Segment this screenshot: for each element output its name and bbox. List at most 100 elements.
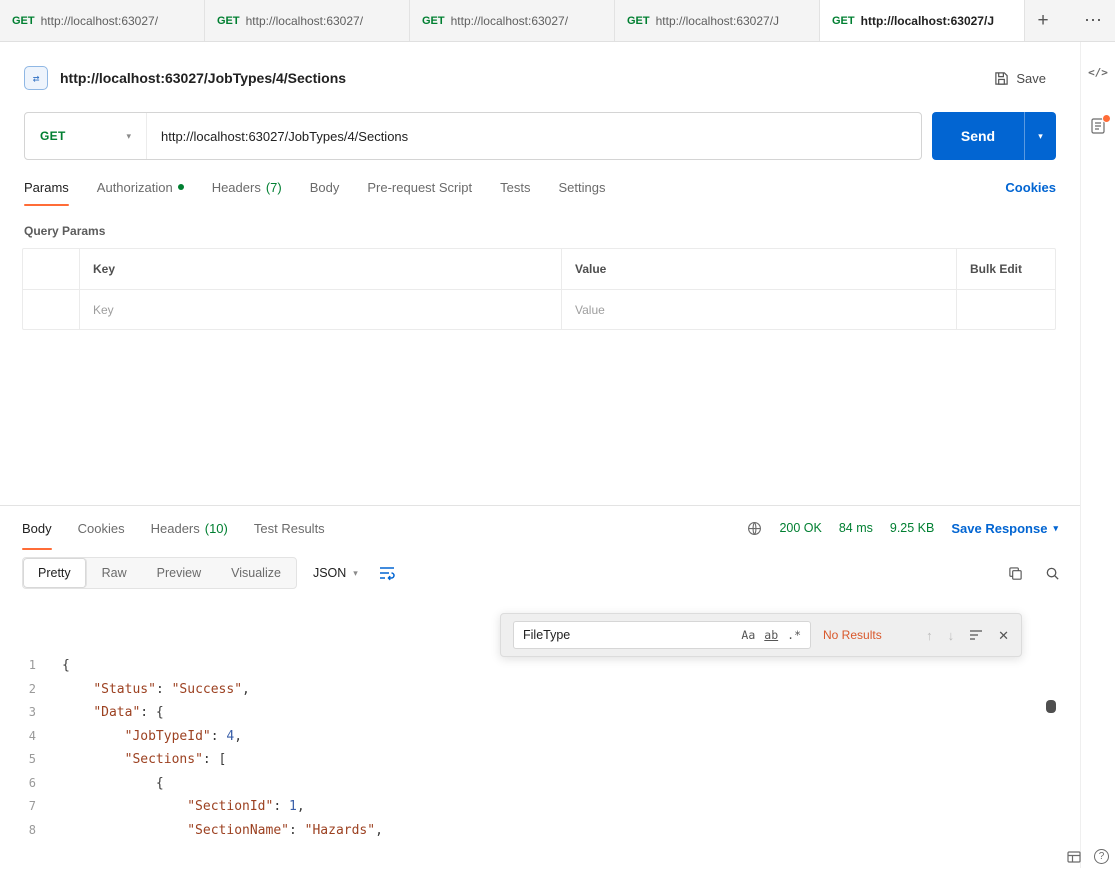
line-number: 2 xyxy=(0,678,36,701)
wrap-text-icon xyxy=(378,565,396,581)
auth-status-dot xyxy=(178,184,184,190)
help-button[interactable]: ? xyxy=(1094,849,1109,864)
response-tab-cookies[interactable]: Cookies xyxy=(78,506,125,550)
find-previous-button[interactable]: ↑ xyxy=(926,628,933,643)
save-label: Save xyxy=(1016,71,1046,86)
tab-method-label: GET xyxy=(832,15,855,27)
regex-toggle[interactable]: .* xyxy=(787,628,801,642)
send-options-button[interactable]: ▾ xyxy=(1024,112,1056,160)
tab-tests[interactable]: Tests xyxy=(500,168,530,206)
line-number: 7 xyxy=(0,795,36,818)
chevron-down-icon: ▾ xyxy=(1053,523,1058,534)
tab-params-label: Params xyxy=(24,180,69,195)
tab-url-label: http://localhost:63027/J xyxy=(861,14,994,28)
response-header: Body Cookies Headers (10) Test Results 2… xyxy=(0,506,1080,550)
copy-button[interactable] xyxy=(1008,566,1023,581)
tab-url-label: http://localhost:63027/J xyxy=(656,14,779,28)
param-key-input[interactable] xyxy=(93,303,548,317)
view-pretty-button[interactable]: Pretty xyxy=(23,558,87,588)
view-raw-button[interactable]: Raw xyxy=(87,558,142,588)
copy-icon xyxy=(1008,566,1023,581)
code-token: : xyxy=(289,823,305,838)
response-tab-test-results[interactable]: Test Results xyxy=(254,506,325,550)
key-column-header: Key xyxy=(79,249,561,289)
response-tab-headers[interactable]: Headers (10) xyxy=(151,506,228,550)
tab-options-button[interactable]: ⋯ xyxy=(1071,0,1115,41)
response-toolbar: Pretty Raw Preview Visualize JSON ▾ xyxy=(0,550,1080,596)
scrollbar-thumb[interactable] xyxy=(1046,700,1056,713)
response-tab-tests-label: Test Results xyxy=(254,521,325,536)
save-button[interactable]: Save xyxy=(984,65,1056,92)
request-tab-active[interactable]: GET http://localhost:63027/J xyxy=(820,0,1025,41)
response-tools xyxy=(1008,566,1060,581)
code-line: 3 "Data": { xyxy=(0,701,1080,725)
url-input[interactable] xyxy=(147,113,921,159)
param-value-input[interactable] xyxy=(575,303,943,317)
save-response-label: Save Response xyxy=(951,521,1047,536)
match-case-toggle[interactable]: Aa xyxy=(741,628,755,642)
find-next-button[interactable]: ↓ xyxy=(948,628,955,643)
line-number: 1 xyxy=(0,654,36,677)
http-request-icon: ⇄ xyxy=(24,66,48,90)
tab-method-label: GET xyxy=(217,15,240,27)
tab-prerequest-script[interactable]: Pre-request Script xyxy=(367,168,472,206)
tab-headers[interactable]: Headers (7) xyxy=(212,168,282,206)
method-select[interactable]: GET ▾ xyxy=(25,113,147,159)
whole-word-toggle[interactable]: ab xyxy=(764,628,778,642)
view-preview-button[interactable]: Preview xyxy=(142,558,216,588)
response-tab-body[interactable]: Body xyxy=(22,506,52,550)
filter-lines-icon xyxy=(969,629,983,641)
request-title-row: ⇄ http://localhost:63027/JobTypes/4/Sect… xyxy=(24,58,1056,98)
tab-authorization-label: Authorization xyxy=(97,180,173,195)
send-button[interactable]: Send ▾ xyxy=(932,112,1056,160)
tab-body[interactable]: Body xyxy=(310,168,340,206)
status-badge: 200 OK xyxy=(779,521,821,535)
tab-authorization[interactable]: Authorization xyxy=(97,168,184,206)
tab-settings[interactable]: Settings xyxy=(558,168,605,206)
response-meta: 200 OK 84 ms 9.25 KB Save Response ▾ xyxy=(747,521,1058,536)
find-options-button[interactable] xyxy=(969,629,983,641)
query-params-table: Key Value Bulk Edit xyxy=(22,248,1056,330)
request-tabs: Params Authorization Headers (7) Body Pr… xyxy=(24,168,1056,206)
code-token: "Success" xyxy=(172,682,242,697)
search-button[interactable] xyxy=(1045,566,1060,581)
view-mode-segment: Pretty Raw Preview Visualize xyxy=(22,557,297,589)
code-line: 4 "JobTypeId": 4, xyxy=(0,725,1080,749)
line-number: 3 xyxy=(0,701,36,724)
new-tab-button[interactable]: + xyxy=(1025,0,1061,41)
headers-count: (7) xyxy=(266,180,282,195)
find-input[interactable] xyxy=(523,628,732,642)
wrap-text-button[interactable] xyxy=(378,565,396,581)
request-tab[interactable]: GET http://localhost:63027/ xyxy=(410,0,615,41)
bulk-edit-button[interactable]: Bulk Edit xyxy=(956,249,1055,289)
cookies-link[interactable]: Cookies xyxy=(1005,180,1056,195)
network-globe-icon[interactable] xyxy=(747,521,762,536)
code-token: 1 xyxy=(289,799,297,814)
panel-layout-button[interactable] xyxy=(1067,851,1081,863)
code-token: "Sections" xyxy=(125,752,203,767)
view-visualize-button[interactable]: Visualize xyxy=(216,558,296,588)
code-token xyxy=(62,752,125,767)
search-icon xyxy=(1045,566,1060,581)
documentation-icon[interactable] xyxy=(1090,117,1106,135)
tab-params[interactable]: Params xyxy=(24,168,69,206)
code-token: "JobTypeId" xyxy=(125,729,211,744)
url-row: GET ▾ Send ▾ xyxy=(24,112,1056,160)
code-token: : xyxy=(211,729,227,744)
code-line: 2 "Status": "Success", xyxy=(0,678,1080,702)
line-number: 5 xyxy=(0,748,36,771)
save-response-button[interactable]: Save Response ▾ xyxy=(951,521,1058,536)
request-tab[interactable]: GET http://localhost:63027/ xyxy=(0,0,205,41)
code-snippet-icon[interactable]: </> xyxy=(1088,66,1108,79)
request-tab[interactable]: GET http://localhost:63027/J xyxy=(615,0,820,41)
tab-bar: GET http://localhost:63027/ GET http://l… xyxy=(0,0,1115,42)
method-label: GET xyxy=(40,129,66,143)
code-line: 7 "SectionId": 1, xyxy=(0,795,1080,819)
tab-tests-label: Tests xyxy=(500,180,530,195)
code-line: 1{ xyxy=(0,654,1080,678)
response-size: 9.25 KB xyxy=(890,521,934,535)
format-select[interactable]: JSON ▾ xyxy=(313,566,358,580)
find-close-button[interactable]: ✕ xyxy=(998,629,1009,642)
request-tab[interactable]: GET http://localhost:63027/ xyxy=(205,0,410,41)
response-headers-count: (10) xyxy=(205,521,228,536)
